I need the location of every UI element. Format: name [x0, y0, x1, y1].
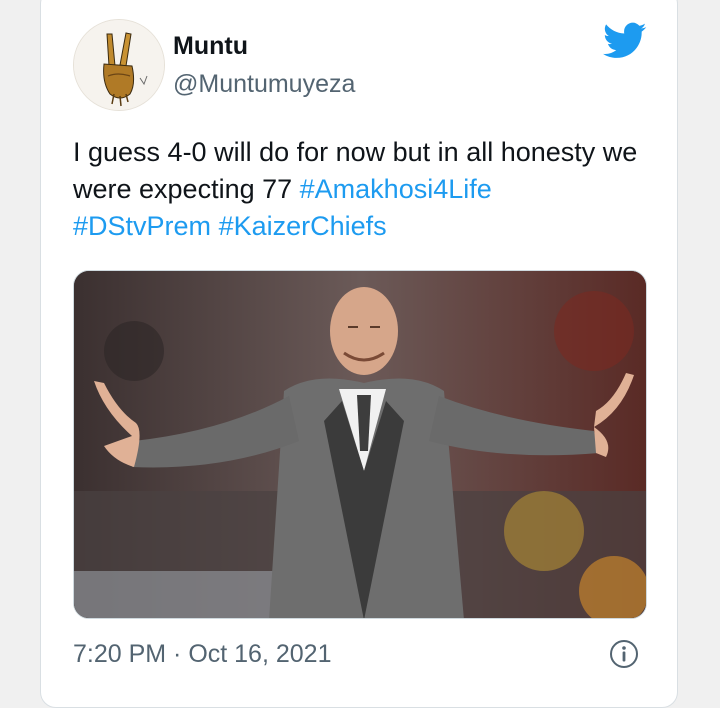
twitter-bird-icon[interactable] [603, 22, 647, 60]
hashtag-kaizerchiefs[interactable]: #KaizerChiefs [219, 211, 387, 241]
hashtag-dstvprem[interactable]: #DStvPrem [73, 211, 211, 241]
man-shrugging-photo [74, 271, 646, 618]
hashtag-amakhosi4life[interactable]: #Amakhosi4Life [300, 174, 492, 204]
tweet-media-photo[interactable] [73, 270, 647, 619]
peace-hand-avatar-image [74, 20, 164, 110]
info-icon[interactable] [609, 639, 639, 669]
avatar[interactable] [73, 19, 165, 111]
author-name[interactable]: Muntu [173, 30, 248, 62]
tweet-text: I guess 4-0 will do for now but in all h… [73, 134, 643, 245]
author-handle[interactable]: @Muntumuyeza [173, 68, 355, 100]
tweet-timestamp[interactable]: 7:20 PM · Oct 16, 2021 [73, 637, 331, 671]
